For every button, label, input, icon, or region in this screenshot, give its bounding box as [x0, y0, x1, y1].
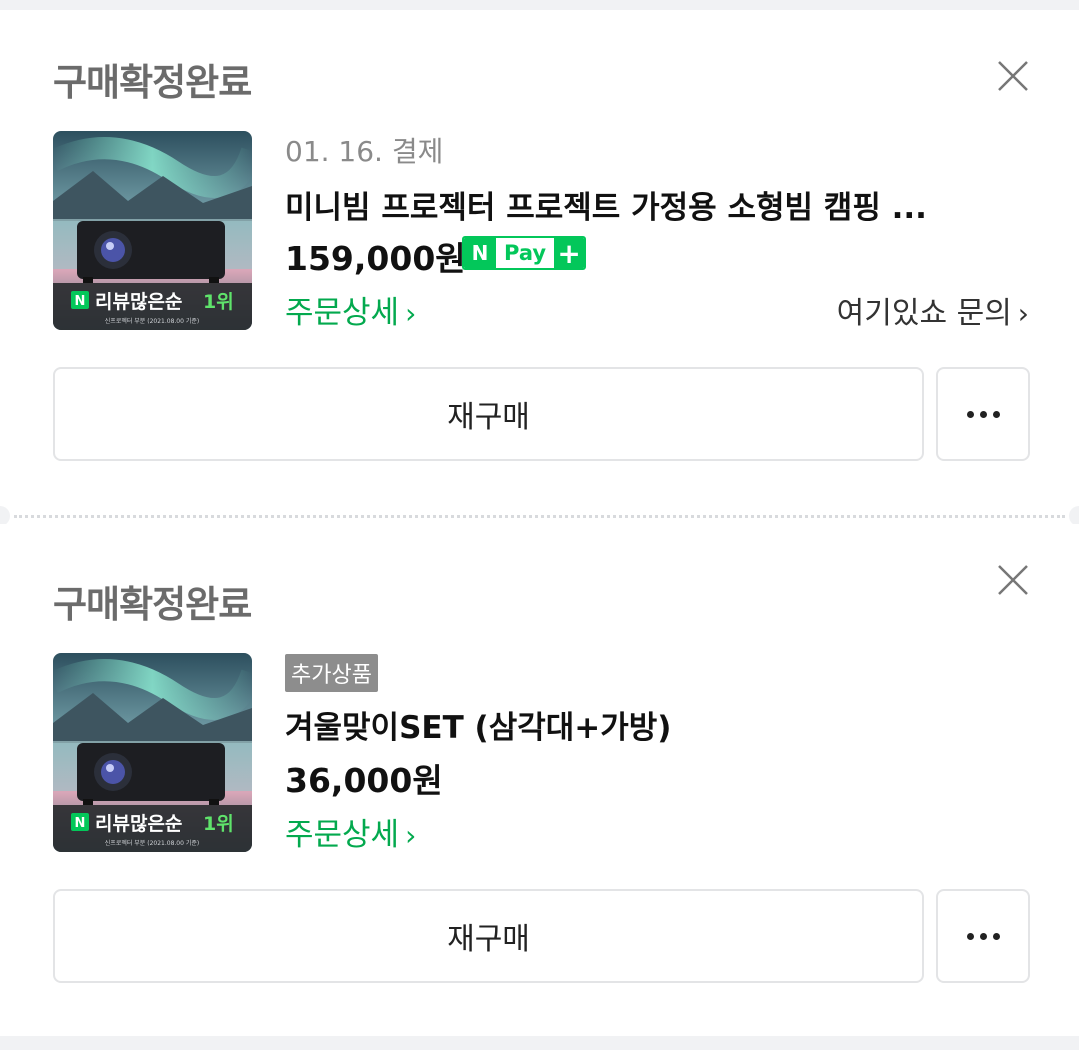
order-list: 구매확정완료 N 리뷰많은순 1위 신프로젝터 부분 (2021.08.00 기… — [0, 0, 1079, 1050]
more-button[interactable] — [936, 367, 1030, 461]
npay-plus-badge: N Pay + — [462, 236, 587, 270]
order-status: 구매확정완료 — [53, 61, 252, 104]
order-card: 구매확정완료 N 리뷰많은순 1위 신프로젝터 부분 (2021.08.00 기… — [0, 10, 1079, 512]
thumb-caption: 신프로젝터 부분 (2021.08.00 기준) — [105, 317, 199, 325]
thumb-badge-rank: 1위 — [203, 813, 234, 835]
rebuy-button[interactable]: 재구매 — [53, 367, 924, 461]
order-card: 구매확정완료 N 리뷰많은순 1위 신프로젝터 부분 (2021.08.00 기… — [0, 524, 1079, 1036]
seller-inquiry-link[interactable]: 여기있쇼 문의 › — [837, 288, 1029, 332]
card-separator — [0, 506, 1079, 526]
order-detail-label: 주문상세 — [285, 295, 400, 331]
order-detail-link[interactable]: 주문상세 › — [285, 287, 416, 332]
order-detail-label: 주문상세 — [285, 817, 400, 853]
product-title[interactable]: 겨울맞이SET (삼각대+가방) — [285, 702, 1025, 747]
product-price: 36,000원 — [285, 761, 443, 800]
chevron-right-icon: › — [405, 819, 417, 852]
more-icon — [966, 932, 1000, 940]
thumb-badge-text: 리뷰많은순 — [95, 291, 182, 313]
more-button[interactable] — [936, 889, 1030, 983]
thumb-caption: 신프로젝터 부분 (2021.08.00 기준) — [105, 839, 199, 847]
product-thumbnail[interactable]: N 리뷰많은순 1위 신프로젝터 부분 (2021.08.00 기준) — [53, 131, 252, 330]
thumb-badge-text: 리뷰많은순 — [95, 813, 182, 835]
product-thumbnail[interactable]: N 리뷰많은순 1위 신프로젝터 부분 (2021.08.00 기준) — [53, 653, 252, 852]
more-icon — [966, 410, 1000, 418]
additional-item-badge: 추가상품 — [285, 654, 378, 692]
npay-label: Pay — [504, 241, 547, 265]
thumb-badge-n: N — [75, 816, 86, 831]
thumb-badge-n: N — [75, 294, 86, 309]
rebuy-button[interactable]: 재구매 — [53, 889, 924, 983]
chevron-right-icon: › — [1017, 297, 1029, 330]
chevron-right-icon: › — [405, 297, 417, 330]
order-detail-link[interactable]: 주문상세 › — [285, 809, 416, 854]
order-status: 구매확정완료 — [53, 583, 252, 626]
seller-inquiry-label: 여기있쇼 문의 — [836, 296, 1012, 331]
close-icon[interactable] — [995, 58, 1031, 94]
close-icon[interactable] — [995, 562, 1031, 598]
thumb-badge-rank: 1위 — [203, 291, 234, 313]
plus-icon: + — [554, 238, 585, 268]
product-title[interactable]: 미니빔 프로젝터 프로젝트 가정용 소형빔 캠핑 ... — [285, 182, 1025, 227]
order-date: 01. 16. 결제 — [285, 135, 444, 168]
npay-n-icon: N — [464, 238, 496, 268]
product-price: 159,000원 — [285, 239, 466, 278]
